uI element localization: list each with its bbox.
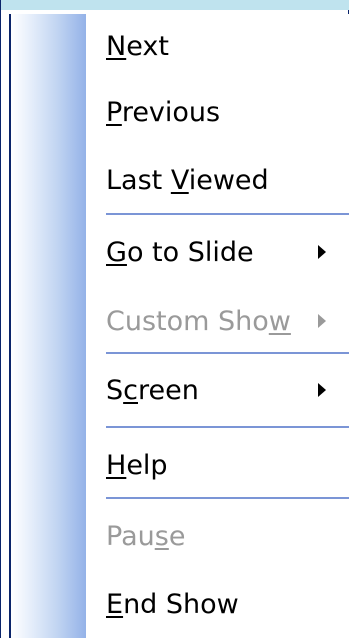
- menu-item-pause: Pause: [76, 508, 340, 564]
- submenu-arrow-icon: [318, 245, 326, 259]
- menu-item-next[interactable]: Next: [76, 18, 340, 74]
- menu-item-screen[interactable]: Screen: [76, 362, 340, 418]
- menu-icon-gutter: [11, 14, 86, 638]
- menu-item-go-to-slide[interactable]: Go to Slide: [76, 224, 340, 280]
- submenu-arrow-icon: [318, 383, 326, 397]
- menu-item-last-viewed[interactable]: Last Viewed: [76, 152, 340, 208]
- menu-separator: [106, 426, 349, 428]
- menu-item-label: Next: [106, 30, 169, 62]
- menu-item-label: Previous: [106, 96, 221, 128]
- menu-item-label: Go to Slide: [106, 236, 254, 268]
- menu-item-label: Custom Show: [106, 305, 291, 337]
- menu-separator: [106, 497, 349, 499]
- menu-item-label: Screen: [106, 374, 199, 406]
- menu-separator: [106, 352, 349, 354]
- submenu-arrow-icon: [318, 314, 326, 328]
- menu-separator: [106, 213, 349, 215]
- menu-item-custom-show: Custom Show: [76, 293, 340, 349]
- menu-item-label: End Show: [106, 588, 239, 620]
- menu-item-label: Pause: [106, 520, 186, 552]
- window-frame: [1, 0, 349, 10]
- menu-item-label: Last Viewed: [106, 164, 269, 196]
- slide-show-context-menu: Next Previous Last Viewed Go to Slide Cu…: [0, 0, 349, 638]
- menu-item-label: Help: [106, 449, 168, 481]
- menu-item-end-show[interactable]: End Show: [76, 576, 340, 632]
- menu-item-previous[interactable]: Previous: [76, 84, 340, 140]
- menu-left-border: [9, 14, 11, 638]
- menu-item-help[interactable]: Help: [76, 437, 340, 493]
